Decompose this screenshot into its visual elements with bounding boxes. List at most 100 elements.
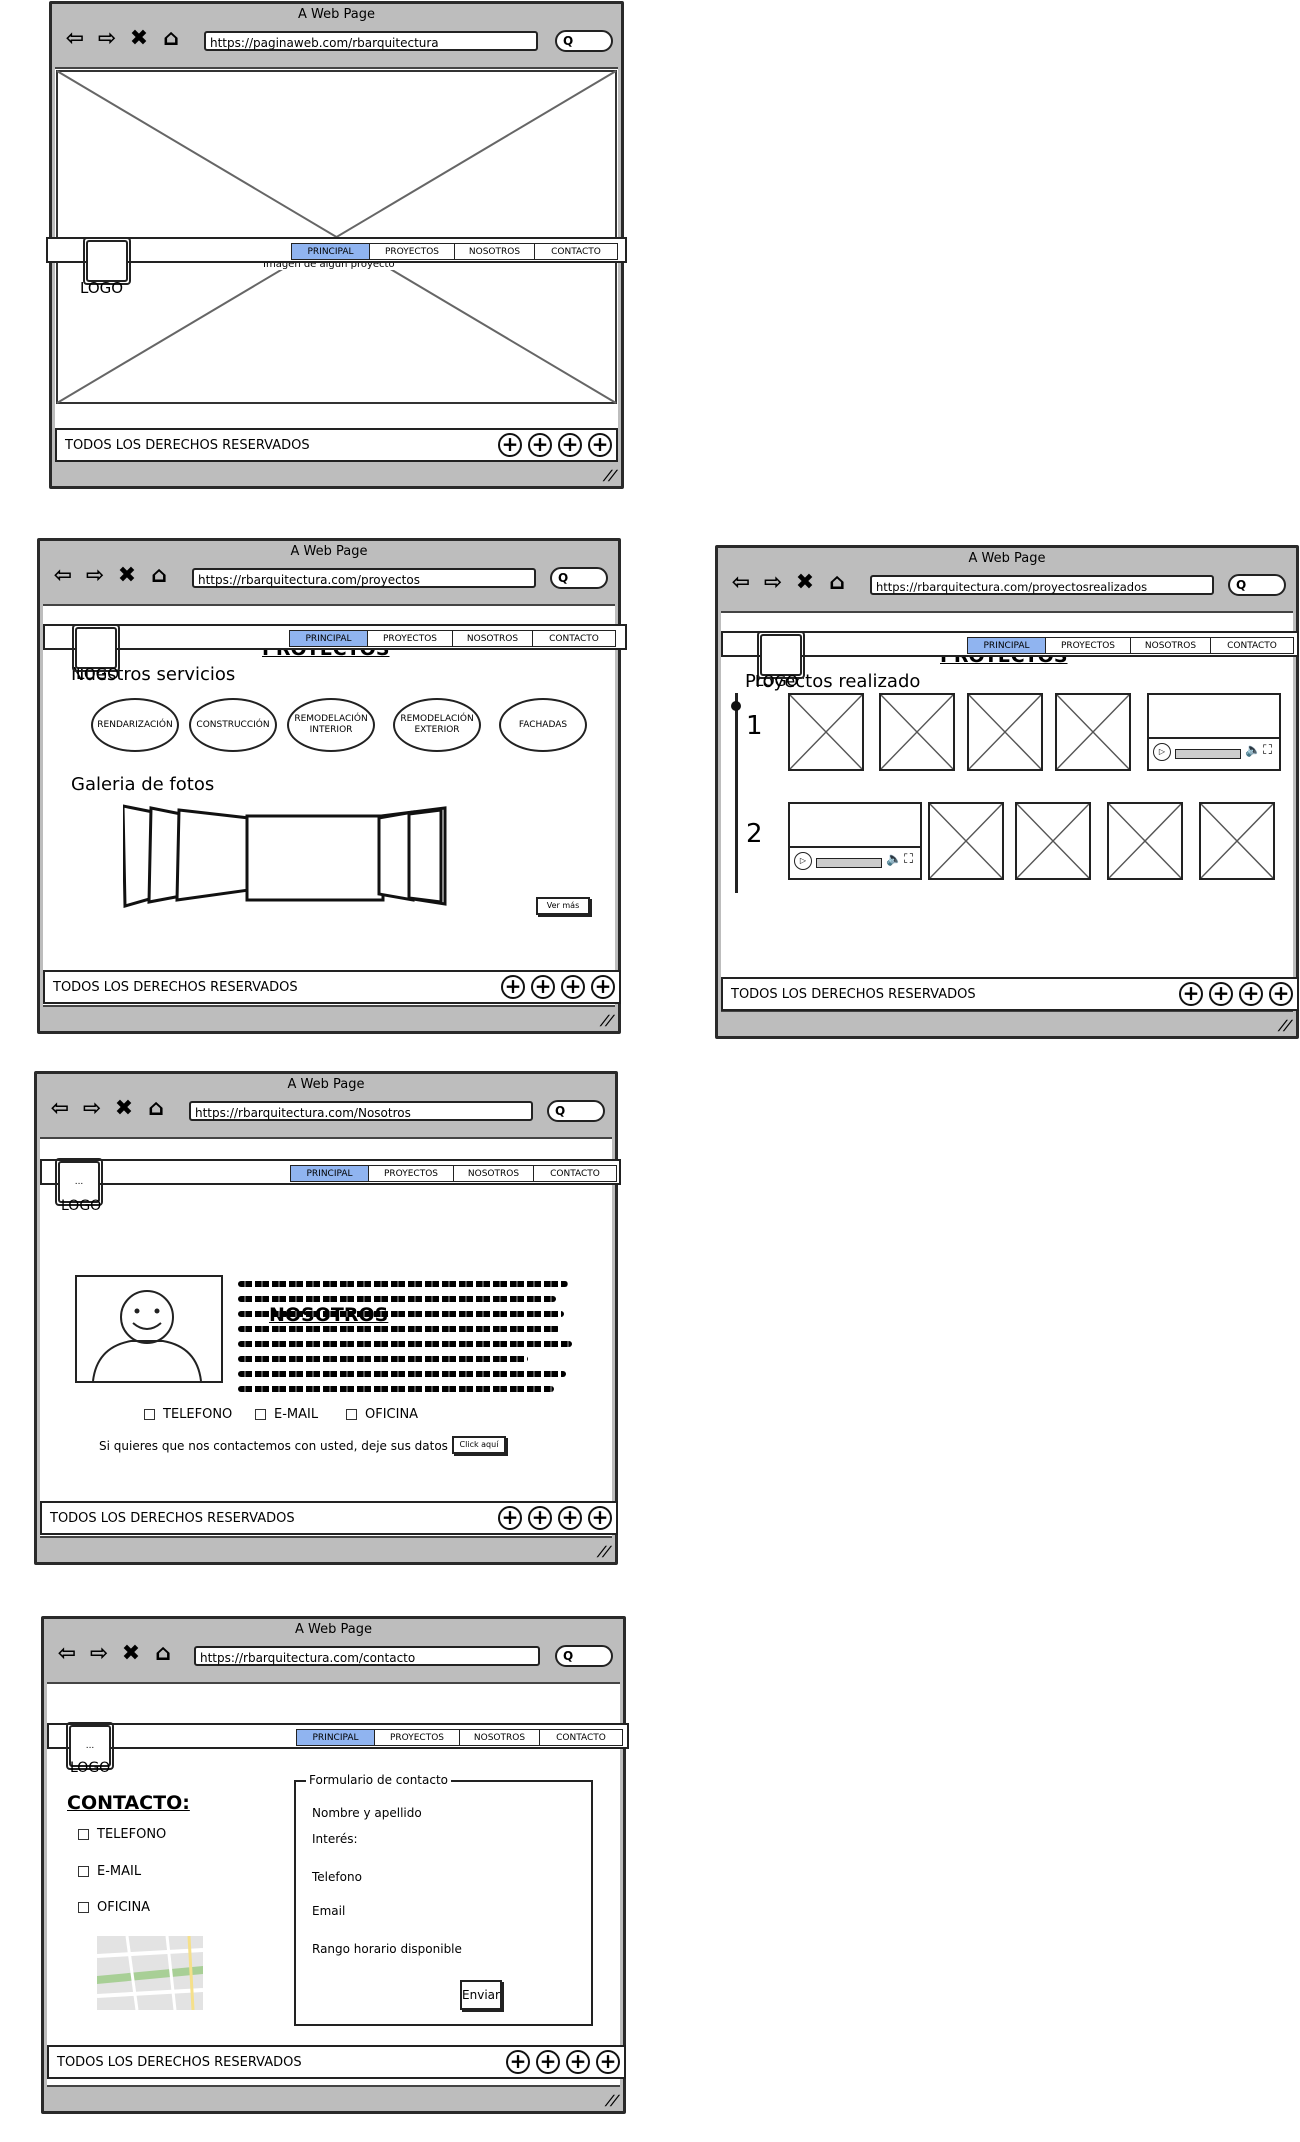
option-oficina[interactable]: OFICINA bbox=[346, 1407, 418, 1422]
enviar-button[interactable]: Enviar bbox=[460, 1980, 502, 2010]
plus-icon[interactable]: + bbox=[498, 433, 522, 457]
close-x-icon[interactable]: ✖ bbox=[111, 1096, 137, 1122]
logo[interactable] bbox=[83, 237, 131, 285]
forward-arrow-icon[interactable]: ⇨ bbox=[82, 563, 108, 589]
field-telefono[interactable]: Telefono bbox=[312, 1870, 362, 1884]
search-icon[interactable]: Q bbox=[555, 30, 613, 52]
checkbox[interactable] bbox=[346, 1409, 357, 1420]
forward-arrow-icon[interactable]: ⇨ bbox=[760, 570, 786, 596]
menu-proyectos[interactable]: PROYECTOS bbox=[369, 243, 455, 260]
field-email[interactable]: Email bbox=[312, 1904, 345, 1918]
home-icon[interactable]: ⌂ bbox=[143, 1096, 169, 1122]
logo[interactable] bbox=[757, 631, 805, 679]
back-arrow-icon[interactable]: ⇦ bbox=[47, 1096, 73, 1122]
option-telefono[interactable]: TELEFONO bbox=[144, 1407, 232, 1422]
resize-handle-icon[interactable]: // bbox=[595, 1544, 613, 1560]
close-x-icon[interactable]: ✖ bbox=[792, 570, 818, 596]
progress-bar[interactable] bbox=[816, 858, 882, 868]
url-bar[interactable]: https://rbarquitectura.com/proyectos bbox=[192, 568, 536, 588]
menu-proyectos[interactable]: PROYECTOS bbox=[374, 1729, 460, 1746]
forward-arrow-icon[interactable]: ⇨ bbox=[86, 1641, 112, 1667]
search-icon[interactable]: Q bbox=[555, 1645, 613, 1667]
menu-contacto[interactable]: CONTACTO bbox=[539, 1729, 623, 1746]
close-x-icon[interactable]: ✖ bbox=[118, 1641, 144, 1667]
option-telefono[interactable]: TELEFONO bbox=[78, 1827, 166, 1842]
menu-contacto[interactable]: CONTACTO bbox=[532, 630, 616, 647]
resize-handle-icon[interactable]: // bbox=[1276, 1018, 1294, 1034]
project-image[interactable] bbox=[1107, 802, 1183, 880]
plus-icon[interactable]: + bbox=[1269, 982, 1293, 1006]
checkbox[interactable] bbox=[255, 1409, 266, 1420]
home-icon[interactable]: ⌂ bbox=[150, 1641, 176, 1667]
back-arrow-icon[interactable]: ⇦ bbox=[728, 570, 754, 596]
field-nombre[interactable]: Nombre y apellido bbox=[312, 1806, 422, 1820]
menu-nosotros[interactable]: NOSOTROS bbox=[1129, 637, 1212, 654]
fullscreen-icon[interactable]: ⛶ bbox=[1263, 743, 1272, 758]
menu-principal[interactable]: PRINCIPAL bbox=[290, 243, 371, 260]
plus-icon[interactable]: + bbox=[536, 2050, 560, 2074]
close-x-icon[interactable]: ✖ bbox=[114, 563, 140, 589]
volume-icon[interactable]: 🔈 bbox=[886, 852, 902, 867]
play-icon[interactable]: ▷ bbox=[794, 852, 812, 870]
menu-principal[interactable]: PRINCIPAL bbox=[289, 1165, 370, 1182]
plus-icon[interactable]: + bbox=[588, 1506, 612, 1530]
video-player[interactable]: ▷ 🔈 ⛶ bbox=[788, 802, 922, 880]
progress-bar[interactable] bbox=[1175, 749, 1241, 759]
photo-gallery-carousel[interactable] bbox=[123, 802, 449, 912]
menu-nosotros[interactable]: NOSOTROS bbox=[451, 630, 534, 647]
close-x-icon[interactable]: ✖ bbox=[126, 26, 152, 52]
service-remodelacion-interior[interactable]: REMODELACIÓN INTERIOR bbox=[287, 698, 375, 752]
menu-contacto[interactable]: CONTACTO bbox=[534, 243, 618, 260]
logo[interactable]: ... bbox=[55, 1158, 103, 1206]
plus-icon[interactable]: + bbox=[498, 1506, 522, 1530]
plus-icon[interactable]: + bbox=[501, 975, 525, 999]
menu-proyectos[interactable]: PROYECTOS bbox=[367, 630, 453, 647]
project-image[interactable] bbox=[1015, 802, 1091, 880]
menu-principal[interactable]: PRINCIPAL bbox=[966, 637, 1047, 654]
menu-nosotros[interactable]: NOSOTROS bbox=[458, 1729, 541, 1746]
resize-handle-icon[interactable]: // bbox=[601, 468, 619, 484]
home-icon[interactable]: ⌂ bbox=[146, 563, 172, 589]
volume-icon[interactable]: 🔈 bbox=[1245, 743, 1261, 758]
plus-icon[interactable]: + bbox=[558, 1506, 582, 1530]
project-image[interactable] bbox=[788, 693, 864, 771]
url-bar[interactable]: https://rbarquitectura.com/contacto bbox=[194, 1646, 540, 1666]
checkbox[interactable] bbox=[78, 1902, 89, 1913]
option-email[interactable]: E-MAIL bbox=[255, 1407, 318, 1422]
logo[interactable] bbox=[72, 624, 120, 672]
project-image[interactable] bbox=[1199, 802, 1275, 880]
plus-icon[interactable]: + bbox=[506, 2050, 530, 2074]
click-aqui-button[interactable]: Click aquí bbox=[452, 1436, 506, 1454]
back-arrow-icon[interactable]: ⇦ bbox=[50, 563, 76, 589]
url-bar[interactable]: https://paginaweb.com/rbarquitectura bbox=[204, 31, 538, 51]
url-bar[interactable]: https://rbarquitectura.com/Nosotros bbox=[189, 1101, 533, 1121]
option-email[interactable]: E-MAIL bbox=[78, 1864, 141, 1879]
resize-handle-icon[interactable]: // bbox=[598, 1013, 616, 1029]
home-icon[interactable]: ⌂ bbox=[158, 26, 184, 52]
project-image[interactable] bbox=[879, 693, 955, 771]
checkbox[interactable] bbox=[144, 1409, 155, 1420]
ver-mas-button[interactable]: Ver más bbox=[536, 897, 590, 915]
plus-icon[interactable]: + bbox=[1179, 982, 1203, 1006]
search-icon[interactable]: Q bbox=[1228, 574, 1286, 596]
option-oficina[interactable]: OFICINA bbox=[78, 1900, 150, 1915]
plus-icon[interactable]: + bbox=[558, 433, 582, 457]
service-fachadas[interactable]: FACHADAS bbox=[499, 698, 587, 752]
project-image[interactable] bbox=[967, 693, 1043, 771]
menu-nosotros[interactable]: NOSOTROS bbox=[453, 243, 536, 260]
plus-icon[interactable]: + bbox=[561, 975, 585, 999]
plus-icon[interactable]: + bbox=[528, 1506, 552, 1530]
menu-contacto[interactable]: CONTACTO bbox=[533, 1165, 617, 1182]
menu-nosotros[interactable]: NOSOTROS bbox=[452, 1165, 535, 1182]
search-icon[interactable]: Q bbox=[547, 1100, 605, 1122]
url-bar[interactable]: https://rbarquitectura.com/proyectosreal… bbox=[870, 575, 1214, 595]
checkbox[interactable] bbox=[78, 1829, 89, 1840]
project-image[interactable] bbox=[1055, 693, 1131, 771]
service-rendarizacion[interactable]: RENDARIZACIÓN bbox=[91, 698, 179, 752]
play-icon[interactable]: ▷ bbox=[1153, 743, 1171, 761]
service-construccion[interactable]: CONSTRUCCIÓN bbox=[189, 698, 277, 752]
field-interes[interactable]: Interés: bbox=[312, 1832, 358, 1846]
project-image[interactable] bbox=[928, 802, 1004, 880]
plus-icon[interactable]: + bbox=[596, 2050, 620, 2074]
menu-principal[interactable]: PRINCIPAL bbox=[295, 1729, 376, 1746]
